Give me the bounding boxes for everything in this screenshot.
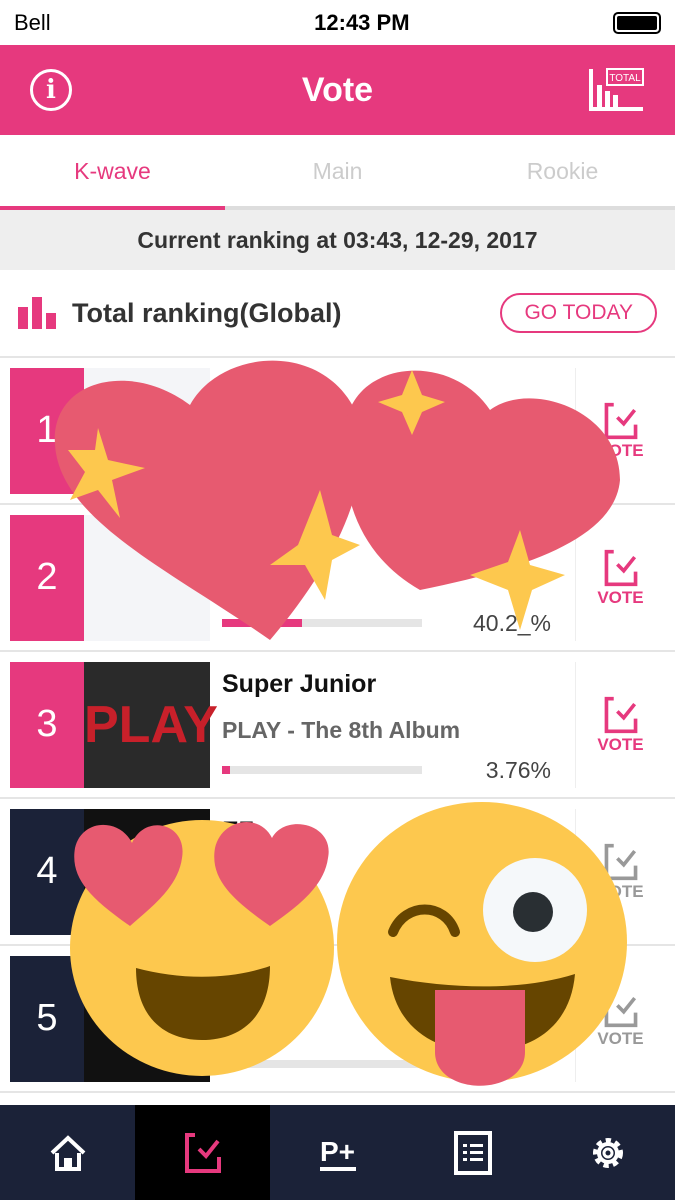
vote-percent: 3.76% <box>485 756 551 783</box>
nav-vote[interactable] <box>135 1105 270 1200</box>
carrier: Bell <box>14 9 51 35</box>
status-bar: Bell 12:43 PM <box>0 0 675 45</box>
winking-tongue-emoji <box>337 802 627 1086</box>
app-header: i Vote TOTAL <box>0 45 675 135</box>
vote-label: VOTE <box>597 734 644 754</box>
total-chart-icon[interactable]: TOTAL <box>587 67 645 113</box>
artist-name: Super Junior <box>222 669 377 698</box>
section-header: Total ranking(Global) GO TODAY <box>0 270 675 358</box>
go-today-button[interactable]: GO TODAY <box>500 293 657 333</box>
list-icon <box>453 1130 492 1175</box>
vote-progress-bar <box>222 765 422 774</box>
page-title: Vote <box>301 70 374 109</box>
info-icon[interactable]: i <box>30 69 72 111</box>
clock: 12:43 PM <box>314 9 410 35</box>
ranking-time-banner: Current ranking at 03:43, 12-29, 2017 <box>0 210 675 270</box>
settings-icon <box>592 1137 623 1168</box>
tab-main[interactable]: Main <box>225 135 450 206</box>
heart-eyes-emoji <box>70 820 334 1076</box>
tab-bar: K-wave Main Rookie <box>0 135 675 210</box>
section-title: Total ranking(Global) <box>72 297 342 328</box>
ranking-row[interactable]: 3 PLAY Super Junior PLAY - The 8th Album… <box>0 652 675 799</box>
bar-chart-icon <box>18 297 56 329</box>
bottom-nav: P+ <box>0 1105 675 1200</box>
vote-icon <box>184 1132 221 1173</box>
nav-home[interactable] <box>0 1105 135 1200</box>
tab-rookie[interactable]: Rookie <box>450 135 675 206</box>
nav-list[interactable] <box>405 1105 540 1200</box>
album-name: PLAY - The 8th Album <box>222 716 461 743</box>
home-icon <box>50 1134 85 1171</box>
svg-text:P+: P+ <box>320 1136 355 1167</box>
p-plus-icon: P+ <box>319 1136 356 1171</box>
album-cover: PLAY <box>84 661 218 788</box>
nav-settings[interactable] <box>540 1105 675 1200</box>
rank-badge: 3 <box>10 661 84 788</box>
vote-button[interactable]: VOTE <box>575 661 665 788</box>
tab-kwave[interactable]: K-wave <box>0 135 225 210</box>
svg-text:TOTAL: TOTAL <box>609 73 641 84</box>
nav-p-plus[interactable]: P+ <box>270 1105 405 1200</box>
battery-icon <box>612 11 661 34</box>
vote-check-icon <box>604 696 637 733</box>
sparkling-hearts-sticker <box>54 360 620 640</box>
